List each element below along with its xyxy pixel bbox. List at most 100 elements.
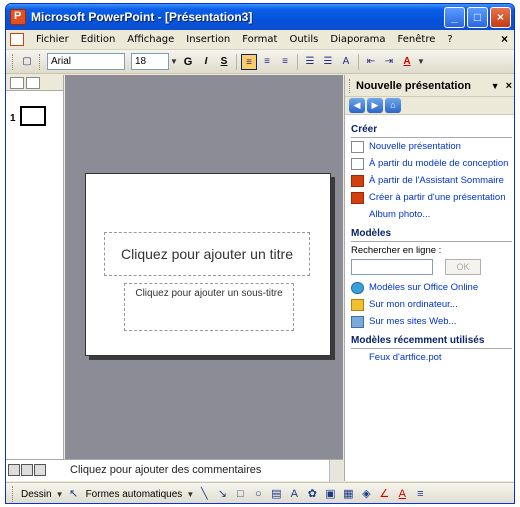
close-window-button[interactable]: × bbox=[490, 7, 511, 28]
increase-font-icon[interactable]: A bbox=[338, 54, 354, 70]
font-size-dropdown-icon[interactable]: ▼ bbox=[169, 57, 179, 66]
task-pane: Nouvelle présentation ▼ × ◀ ▶ ⌂ Créer No… bbox=[344, 75, 514, 481]
office-online-templates-link[interactable]: Modèles sur Office Online bbox=[351, 279, 512, 296]
design-template-icon bbox=[351, 157, 364, 170]
bold-icon[interactable]: G bbox=[180, 54, 196, 70]
line-style-icon[interactable]: ≡ bbox=[413, 487, 427, 501]
from-design-template-link[interactable]: À partir du modèle de conception bbox=[351, 155, 512, 172]
computer-templates-icon bbox=[351, 298, 364, 311]
task-pane-title: Nouvelle présentation bbox=[356, 79, 471, 92]
task-pane-grip[interactable] bbox=[349, 78, 352, 93]
draw-dropdown-icon[interactable]: ▼ bbox=[55, 490, 65, 499]
close-document-button[interactable]: × bbox=[501, 32, 508, 46]
notes-scrollbar[interactable] bbox=[329, 460, 343, 482]
toolbar-grip[interactable] bbox=[12, 53, 15, 70]
minimize-button[interactable]: _ bbox=[444, 7, 465, 28]
tab-slides[interactable] bbox=[26, 76, 40, 89]
textbox-icon[interactable]: ▤ bbox=[269, 487, 283, 501]
align-center-icon[interactable]: ≡ bbox=[259, 54, 275, 70]
decrease-indent-icon[interactable]: ⇤ bbox=[363, 54, 379, 70]
wordart-icon[interactable]: A bbox=[287, 487, 301, 501]
menu-affichage[interactable]: Affichage bbox=[121, 34, 180, 45]
slide-sorter-view-icon[interactable] bbox=[21, 464, 33, 476]
font-color-dropdown-icon[interactable]: ▼ bbox=[416, 57, 426, 66]
task-pane-header: Nouvelle présentation ▼ × bbox=[345, 75, 514, 97]
diagram-icon[interactable]: ✿ bbox=[305, 487, 319, 501]
search-ok-button[interactable]: OK bbox=[445, 259, 481, 275]
line-icon[interactable]: ╲ bbox=[197, 487, 211, 501]
menu-fenetre[interactable]: Fenêtre bbox=[392, 34, 442, 45]
underline-icon[interactable]: S bbox=[216, 54, 232, 70]
document-menu-icon[interactable] bbox=[10, 33, 24, 46]
menu-insertion[interactable]: Insertion bbox=[180, 34, 236, 45]
align-right-icon[interactable]: ≡ bbox=[277, 54, 293, 70]
task-pane-dropdown-icon[interactable]: ▼ bbox=[491, 81, 500, 91]
draw-menu-button[interactable]: Dessin bbox=[18, 489, 55, 500]
maximize-button[interactable]: □ bbox=[467, 7, 488, 28]
powerpoint-window: Microsoft PowerPoint - [Présentation3] _… bbox=[5, 3, 515, 504]
existing-presentation-icon bbox=[351, 191, 364, 204]
font-name-field[interactable]: Arial bbox=[47, 53, 125, 70]
increase-indent-icon[interactable]: ⇥ bbox=[381, 54, 397, 70]
menu-help[interactable]: ? bbox=[441, 34, 458, 45]
align-left-icon[interactable]: ≡ bbox=[241, 53, 257, 70]
autocontent-wizard-link[interactable]: À partir de l'Assistant Sommaire bbox=[351, 172, 512, 189]
select-objects-icon[interactable]: ↖ bbox=[67, 487, 81, 501]
powerpoint-app-icon[interactable] bbox=[10, 9, 26, 25]
new-slide-icon[interactable]: ▢ bbox=[19, 54, 35, 70]
picture-icon[interactable]: ▦ bbox=[341, 487, 355, 501]
slideshow-view-icon[interactable] bbox=[34, 464, 46, 476]
subtitle-placeholder[interactable]: Cliquez pour ajouter un sous-titre bbox=[124, 283, 294, 331]
window-title: Microsoft PowerPoint - [Présentation3] bbox=[31, 10, 253, 24]
toolbar-grip-2[interactable] bbox=[39, 53, 42, 70]
link-label: Modèles sur Office Online bbox=[369, 282, 479, 293]
fill-color-icon[interactable]: ◈ bbox=[359, 487, 373, 501]
notes-placeholder[interactable]: Cliquez pour ajouter des commentaires bbox=[70, 464, 261, 476]
home-icon[interactable]: ⌂ bbox=[385, 98, 401, 113]
numbered-list-icon[interactable]: ☰ bbox=[302, 54, 318, 70]
back-icon[interactable]: ◀ bbox=[349, 98, 365, 113]
arrow-icon[interactable]: ↘ bbox=[215, 487, 229, 501]
normal-view-icon[interactable] bbox=[8, 464, 20, 476]
font-color-draw-icon[interactable]: A bbox=[395, 487, 409, 501]
from-existing-presentation-link[interactable]: Créer à partir d'une présentation bbox=[351, 189, 512, 206]
on-my-computer-link[interactable]: Sur mon ordinateur... bbox=[351, 296, 512, 313]
slide-thumbnail[interactable] bbox=[20, 106, 46, 126]
autoshapes-button[interactable]: Formes automatiques bbox=[83, 489, 186, 500]
bullet-list-icon[interactable]: ☰ bbox=[320, 54, 336, 70]
clipart-icon[interactable]: ▣ bbox=[323, 487, 337, 501]
menu-diaporama[interactable]: Diaporama bbox=[324, 34, 391, 45]
italic-icon[interactable]: I bbox=[198, 54, 214, 70]
autoshapes-dropdown-icon[interactable]: ▼ bbox=[185, 490, 195, 499]
menu-format[interactable]: Format bbox=[236, 34, 283, 45]
line-color-icon[interactable]: ∠ bbox=[377, 487, 391, 501]
on-my-websites-link[interactable]: Sur mes sites Web... bbox=[351, 313, 512, 330]
slide-canvas[interactable]: Cliquez pour ajouter un titre Cliquez po… bbox=[85, 173, 331, 356]
recent-template-link[interactable]: Feux d'artfice.pot bbox=[351, 349, 512, 366]
tab-outline[interactable] bbox=[10, 76, 24, 89]
rectangle-icon[interactable]: □ bbox=[233, 487, 247, 501]
drawbar-grip[interactable] bbox=[12, 486, 15, 502]
recent-templates-heading: Modèles récemment utilisés bbox=[351, 335, 512, 349]
menu-fichier[interactable]: Fichier bbox=[30, 34, 75, 45]
link-label: À partir de l'Assistant Sommaire bbox=[369, 175, 504, 186]
task-pane-navbar: ◀ ▶ ⌂ bbox=[345, 97, 514, 115]
menu-outils[interactable]: Outils bbox=[283, 34, 324, 45]
title-placeholder[interactable]: Cliquez pour ajouter un titre bbox=[104, 232, 310, 276]
blank-document-icon bbox=[351, 140, 364, 153]
oval-icon[interactable]: ○ bbox=[251, 487, 265, 501]
link-label: Sur mon ordinateur... bbox=[369, 299, 458, 310]
title-bar[interactable]: Microsoft PowerPoint - [Présentation3] _… bbox=[6, 4, 514, 30]
formatting-toolbar: ▢ Arial 18 ▼ G I S ≡ ≡ ≡ ☰ ☰ A ⇤ ⇥ A ▼ bbox=[6, 50, 514, 74]
task-pane-close-icon[interactable]: × bbox=[506, 80, 512, 92]
link-label: Sur mes sites Web... bbox=[369, 316, 457, 327]
window-controls: _ □ × bbox=[444, 7, 511, 28]
forward-icon[interactable]: ▶ bbox=[367, 98, 383, 113]
task-pane-body: Créer Nouvelle présentation À partir du … bbox=[345, 115, 514, 366]
search-online-input[interactable] bbox=[351, 259, 433, 275]
new-presentation-link[interactable]: Nouvelle présentation bbox=[351, 138, 512, 155]
font-size-field[interactable]: 18 bbox=[131, 53, 169, 70]
menu-edition[interactable]: Edition bbox=[75, 34, 122, 45]
photo-album-link[interactable]: Album photo... bbox=[351, 206, 512, 223]
font-color-icon[interactable]: A bbox=[399, 54, 415, 70]
